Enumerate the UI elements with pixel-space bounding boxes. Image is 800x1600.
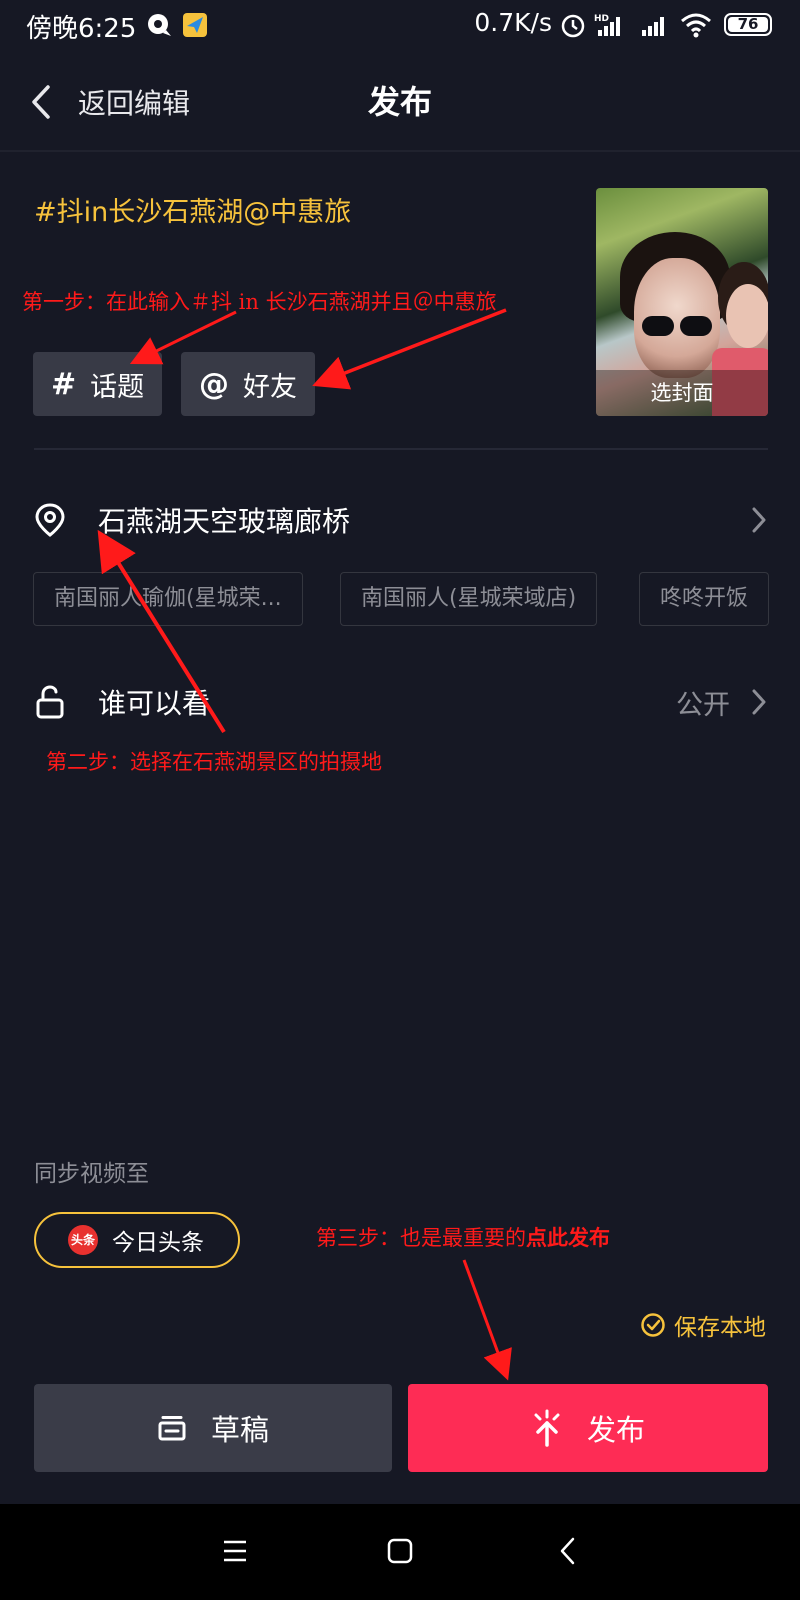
menu-icon[interactable]: [222, 1538, 248, 1564]
publish-icon: [534, 1409, 560, 1447]
draft-label: 草稿: [210, 1413, 269, 1447]
annotation-arrows: [97, 308, 512, 1381]
battery-level: 76: [737, 15, 759, 33]
arrow-to-location: [97, 529, 226, 734]
draft-button[interactable]: 草稿: [34, 1384, 392, 1472]
publish-label: 发布: [586, 1413, 645, 1447]
home-icon[interactable]: [387, 1538, 413, 1564]
arrow-to-friend: [312, 308, 507, 390]
system-nav-bar: [0, 1504, 800, 1600]
arrow-to-publish: [462, 1259, 512, 1381]
publish-button[interactable]: 发布: [408, 1384, 768, 1472]
arrow-to-topic: [129, 310, 237, 365]
back-nav-icon[interactable]: [558, 1536, 578, 1566]
drafts-icon: [158, 1416, 186, 1441]
